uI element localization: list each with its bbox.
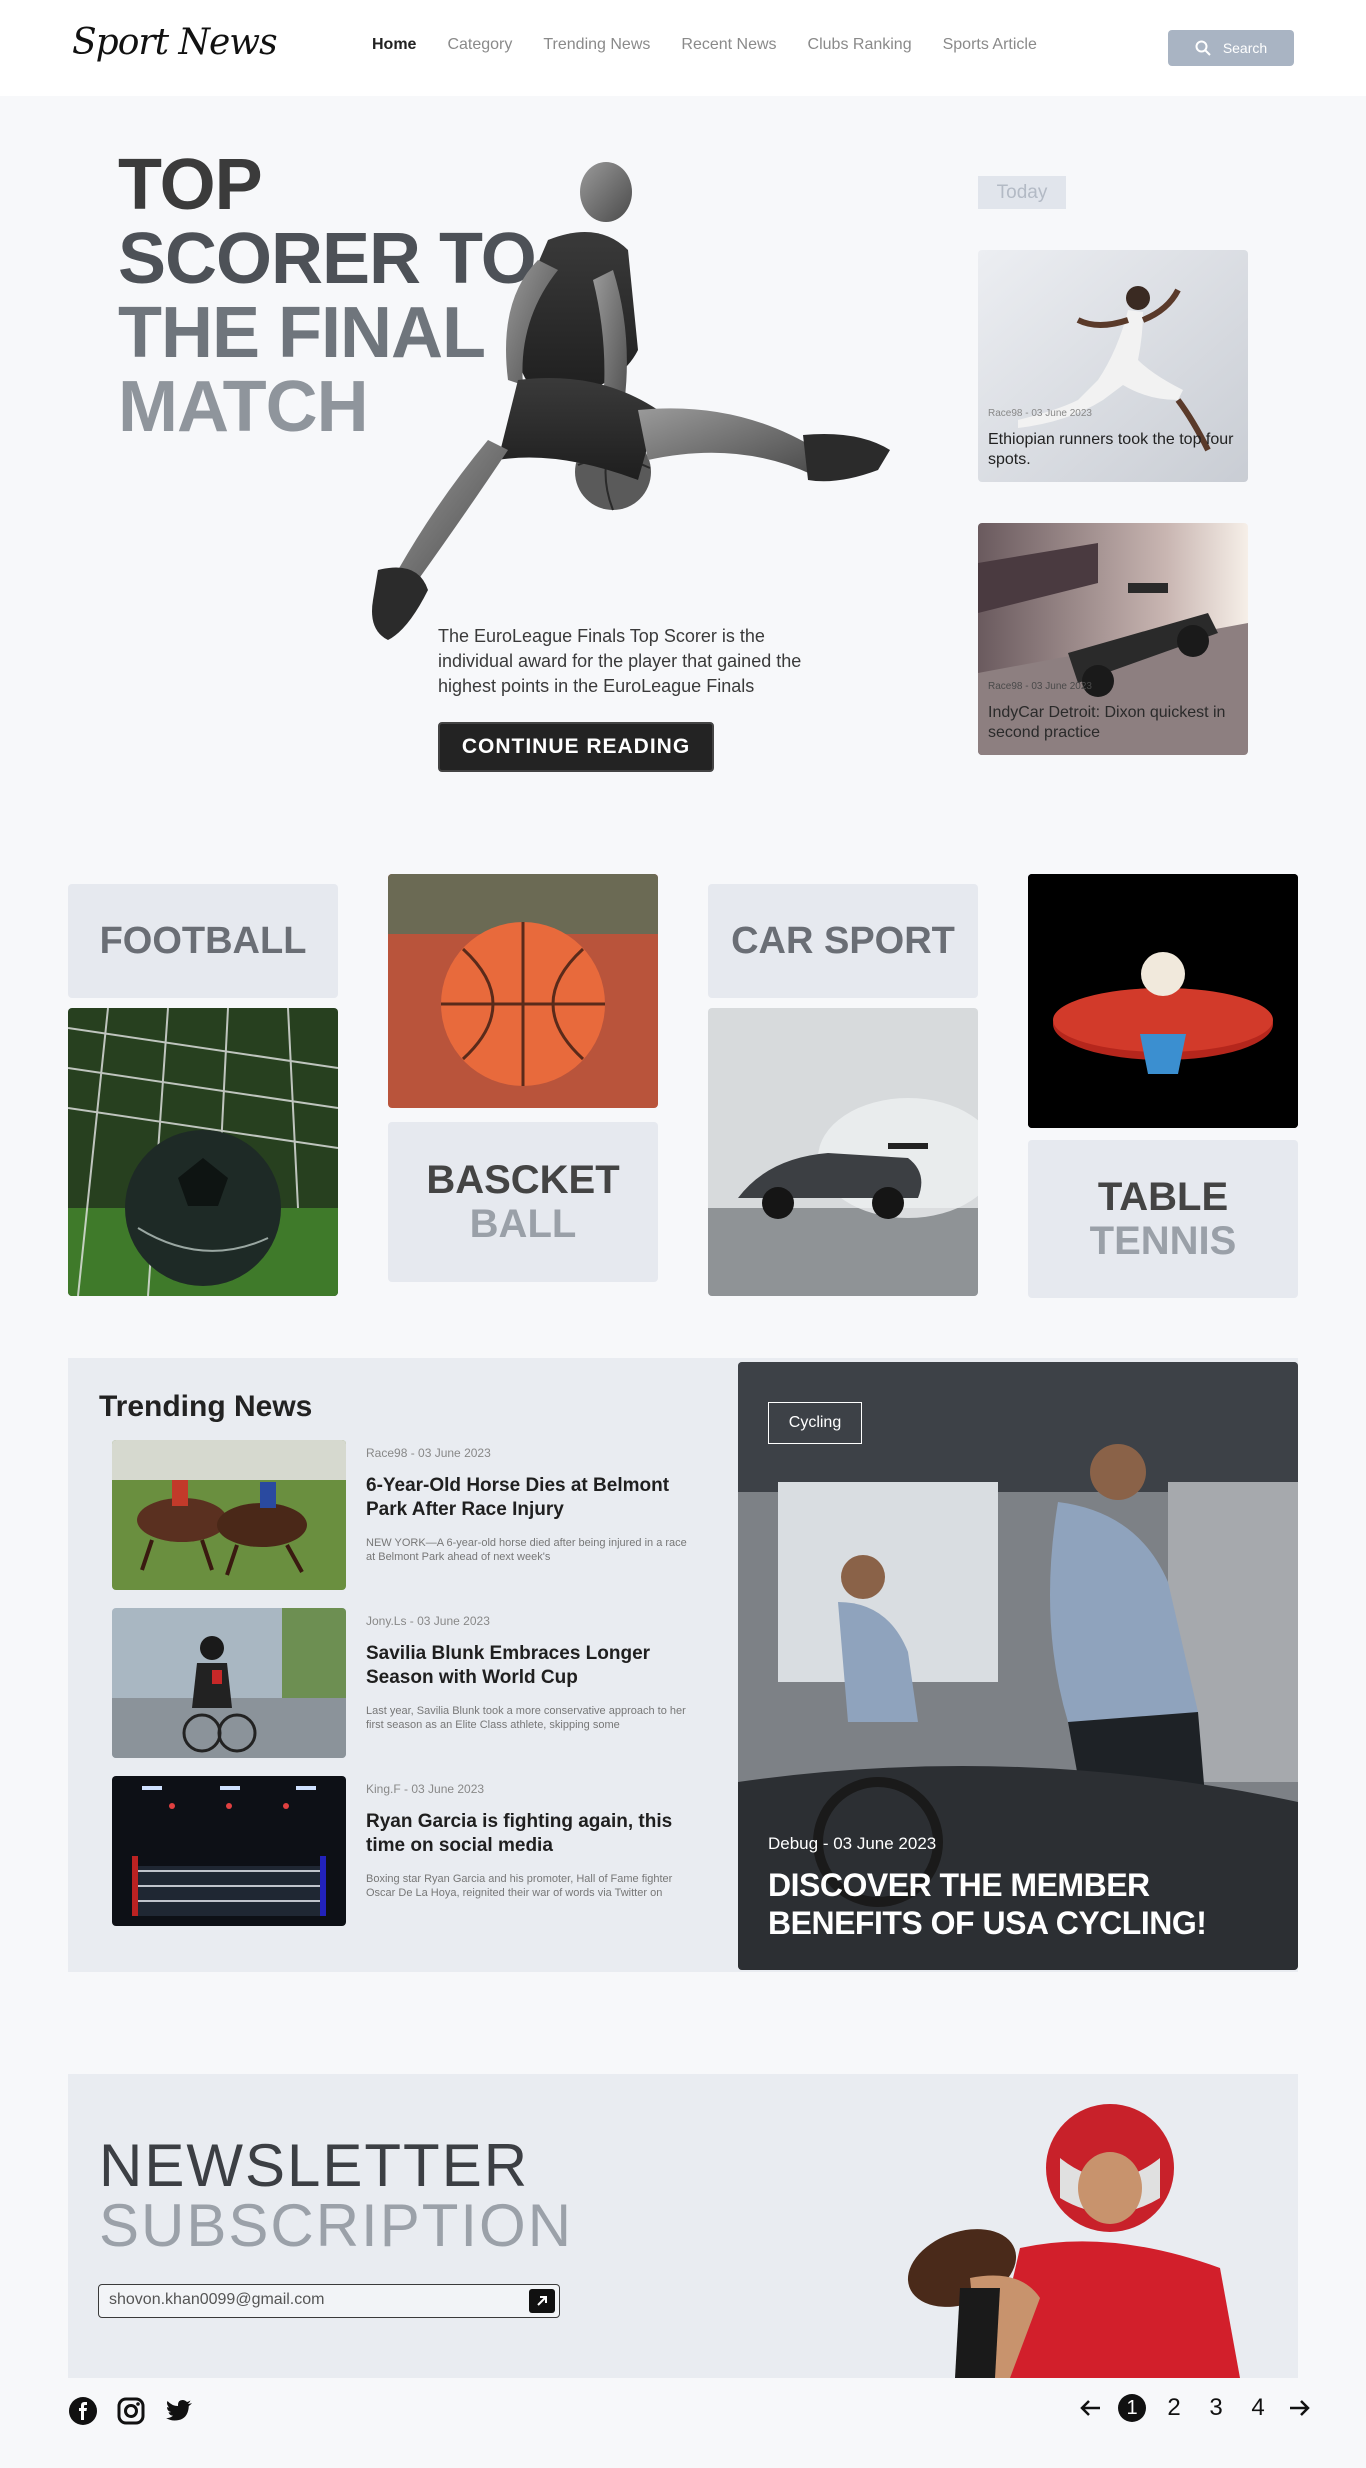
- trending-meta: Jony.Ls - 03 June 2023: [366, 1614, 490, 1628]
- search-label: Search: [1222, 40, 1268, 56]
- today-card[interactable]: Race98 - 03 June 2023 IndyCar Detroit: D…: [978, 523, 1248, 755]
- category-tabletennis-line: TENNIS: [1089, 1219, 1237, 1263]
- trending-thumbnail[interactable]: [112, 1440, 346, 1590]
- continue-reading-button[interactable]: CONTINUE READING: [438, 722, 714, 772]
- newsletter-email-field[interactable]: [98, 2284, 560, 2318]
- today-card-meta: Race98 - 03 June 2023: [988, 681, 1092, 692]
- nav-trending-news[interactable]: Trending News: [543, 36, 650, 54]
- ping-pong-paddle-image: [1028, 874, 1298, 1128]
- nav-category[interactable]: Category: [447, 36, 512, 54]
- newsletter-title-line: NEWSLETTER: [99, 2132, 530, 2199]
- trending-news-item[interactable]: Race98 - 03 June 2023 6-Year-Old Horse D…: [112, 1440, 712, 1590]
- today-card-title: IndyCar Detroit: Dixon quickest in secon…: [988, 704, 1226, 741]
- search-button[interactable]: Search: [1168, 30, 1294, 66]
- trending-thumbnail[interactable]: [112, 1608, 346, 1758]
- site-logo[interactable]: Sport News: [72, 22, 278, 63]
- main-nav: Home Category Trending News Recent News …: [372, 36, 1037, 54]
- category-tabletennis-label[interactable]: TABLE TENNIS: [1028, 1140, 1298, 1298]
- today-card[interactable]: Race98 - 03 June 2023 Ethiopian runners …: [978, 250, 1248, 482]
- search-icon: [1195, 40, 1211, 56]
- site-header: Sport News Home Category Trending News R…: [0, 0, 1366, 96]
- arrow-right-icon[interactable]: [1286, 2395, 1312, 2421]
- category-basketball-line: BASCKET: [426, 1158, 620, 1202]
- trending-thumbnail[interactable]: [112, 1776, 346, 1926]
- featured-headline[interactable]: DISCOVER THE MEMBER BENEFITS OF USA CYCL…: [768, 1866, 1278, 1942]
- category-tabletennis-line: TABLE: [1097, 1175, 1229, 1219]
- page-number[interactable]: 2: [1160, 2394, 1188, 2422]
- twitter-icon[interactable]: [164, 2396, 194, 2426]
- category-tag[interactable]: Cycling: [768, 1402, 862, 1444]
- basketball-image: [388, 874, 658, 1108]
- boxing-ring-image: [112, 1776, 346, 1926]
- category-basketball-label[interactable]: BASCKET BALL: [388, 1122, 658, 1282]
- football-player-image: [907, 2104, 1240, 2378]
- page-number[interactable]: 3: [1202, 2394, 1230, 2422]
- newsletter-title-line: SUBSCRIPTION: [99, 2192, 574, 2259]
- today-badge: Today: [978, 176, 1066, 209]
- trending-meta: King.F - 03 June 2023: [366, 1782, 485, 1796]
- nav-recent-news[interactable]: Recent News: [681, 36, 776, 54]
- email-input[interactable]: [109, 2291, 509, 2309]
- category-football-image[interactable]: [68, 1008, 338, 1296]
- arrow-left-icon[interactable]: [1078, 2395, 1104, 2421]
- category-basketball-line: BALL: [469, 1202, 577, 1246]
- today-card-title: Ethiopian runners took the top four spot…: [988, 431, 1234, 468]
- newsletter-title: NEWSLETTER SUBSCRIPTION: [99, 2136, 573, 2256]
- nav-sports-article[interactable]: Sports Article: [943, 36, 1037, 54]
- category-football-label[interactable]: FOOTBALL: [68, 884, 338, 998]
- category-tabletennis-image[interactable]: [1028, 874, 1298, 1128]
- trending-news-item[interactable]: King.F - 03 June 2023 Ryan Garcia is fig…: [112, 1776, 712, 1926]
- soccer-ball-image: [68, 1008, 338, 1296]
- newsletter-submit-button[interactable]: [529, 2289, 555, 2313]
- today-card-meta: Race98 - 03 June 2023: [988, 408, 1092, 419]
- drift-car-image: [708, 1008, 978, 1296]
- category-carsport-image[interactable]: [708, 1008, 978, 1296]
- facebook-icon[interactable]: [68, 2396, 98, 2426]
- cyclist-image: [112, 1608, 346, 1758]
- instagram-icon[interactable]: [116, 2396, 146, 2426]
- featured-meta: Debug - 03 June 2023: [768, 1834, 937, 1853]
- page-number[interactable]: 1: [1118, 2394, 1146, 2422]
- category-basketball-image[interactable]: [388, 874, 658, 1108]
- trending-title[interactable]: 6-Year-Old Horse Dies at Belmont Park Af…: [366, 1474, 696, 1522]
- trending-excerpt: Boxing star Ryan Garcia and his promoter…: [366, 1873, 673, 1899]
- hero-description: The EuroLeague Finals Top Scorer is the …: [438, 626, 802, 696]
- nav-clubs-ranking[interactable]: Clubs Ranking: [808, 36, 912, 54]
- featured-article[interactable]: Cycling Debug - 03 June 2023 DISCOVER TH…: [738, 1362, 1298, 1970]
- page-number[interactable]: 4: [1244, 2394, 1272, 2422]
- trending-excerpt: Last year, Savilia Blunk took a more con…: [366, 1705, 686, 1731]
- category-carsport-label[interactable]: CAR SPORT: [708, 884, 978, 998]
- trending-news-item[interactable]: Jony.Ls - 03 June 2023 Savilia Blunk Emb…: [112, 1608, 712, 1758]
- trending-title[interactable]: Savilia Blunk Embraces Longer Season wit…: [366, 1642, 696, 1690]
- nav-home[interactable]: Home: [372, 36, 416, 54]
- trending-excerpt: NEW YORK—A 6-year-old horse died after b…: [366, 1537, 687, 1563]
- social-links: [68, 2396, 194, 2426]
- horse-race-image: [112, 1440, 346, 1590]
- arrow-up-right-icon: [537, 2296, 547, 2306]
- trending-title[interactable]: Ryan Garcia is fighting again, this time…: [366, 1810, 696, 1858]
- trending-news-heading: Trending News: [99, 1390, 313, 1423]
- trending-meta: Race98 - 03 June 2023: [366, 1446, 491, 1460]
- pagination: 1 2 3 4: [1078, 2394, 1312, 2422]
